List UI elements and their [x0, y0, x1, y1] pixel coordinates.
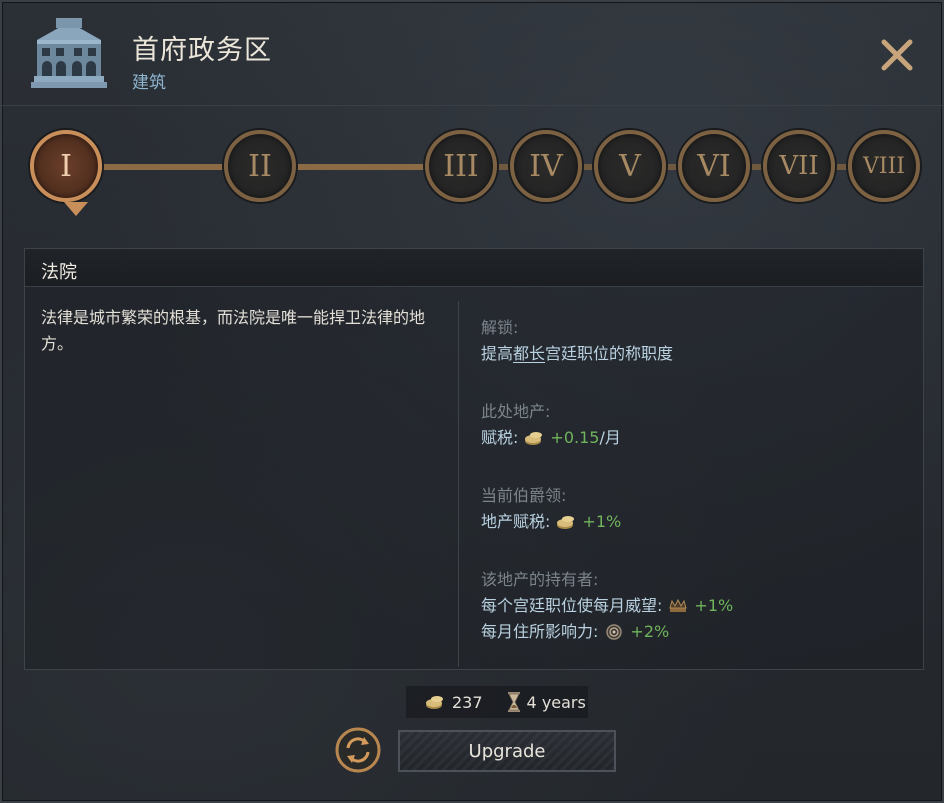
panel-header: 首府政务区 建筑 — [2, 2, 942, 106]
level-node-3[interactable]: III — [425, 130, 497, 202]
effect-value: +1% — [582, 512, 622, 531]
effect-heading: 该地产的持有者: — [481, 570, 599, 589]
effect-unit: /月 — [599, 428, 621, 447]
effect-line: 每个宫廷职位使每月威望: +1% — [481, 593, 911, 619]
court-position-link[interactable]: 都长 — [513, 341, 545, 367]
upgrade-cost: 237 4 years — [406, 686, 588, 718]
upgrade-button[interactable]: Upgrade — [398, 730, 616, 772]
level-description: 法律是城市繁荣的根基，而法院是唯一能捍卫法律的地方。 — [41, 308, 426, 353]
gold-coins-icon — [557, 516, 575, 529]
level-node-label: III — [443, 148, 479, 184]
level-details-header: 法院 — [25, 249, 923, 287]
level-node-7[interactable]: VII — [763, 130, 835, 202]
effect-value: +1% — [694, 596, 734, 615]
effect-line: 每月住所影响力: +2% — [481, 619, 911, 645]
level-node-label: VII — [779, 151, 819, 181]
level-title: 法院 — [41, 262, 77, 283]
effect-value: +2% — [630, 622, 670, 641]
level-node-6[interactable]: VI — [678, 130, 750, 202]
gold-cost: 237 — [452, 692, 483, 712]
effect-label: 每个宫廷职位使每月威望: — [481, 596, 663, 615]
effect-heading: 当前伯爵领: — [481, 486, 567, 505]
level-node-label: IV — [529, 148, 563, 184]
level-node-label: VIII — [863, 153, 905, 179]
effect-heading: 此处地产: — [481, 402, 551, 421]
level-details: 法院 法律是城市繁荣的根基，而法院是唯一能捍卫法律的地方。 解锁: 提高 都长 宫廷… — [24, 248, 924, 670]
influence-icon — [606, 624, 623, 640]
effect-text: 宫廷职位的称职度 — [545, 344, 674, 363]
effect-heading: 解锁: — [481, 318, 519, 337]
level-node-5[interactable]: V — [594, 130, 666, 202]
level-node-label: I — [60, 148, 72, 184]
effect-value: +0.15 — [550, 428, 600, 447]
effect-group-holding: 此处地产: 赋税: +0.15/月 — [481, 399, 911, 451]
hourglass-icon — [507, 692, 520, 712]
refresh-icon[interactable] — [334, 726, 382, 774]
crown-icon — [669, 598, 688, 612]
effect-group-holder: 该地产的持有者: 每个宫廷职位使每月威望: +1% 每月住所影响力: +2% — [481, 567, 911, 645]
page-title: 首府政务区 — [132, 35, 272, 66]
effect-line: 地产赋税: +1% — [481, 509, 911, 535]
building-panel: 首府政务区 建筑 I II III IV V VI VII VIII 法院 法律… — [0, 0, 944, 803]
level-node-1[interactable]: I — [30, 130, 102, 216]
effect-label: 地产赋税: — [481, 512, 551, 531]
close-icon[interactable] — [874, 32, 920, 78]
effect-label: 赋税: — [481, 428, 519, 447]
gold-coins-icon — [525, 432, 543, 445]
track-line-1 — [96, 164, 226, 170]
build-time: 4 years — [526, 692, 586, 712]
column-divider — [458, 301, 459, 667]
level-node-2[interactable]: II — [224, 130, 296, 202]
effect-group-county: 当前伯爵领: 地产赋税: +1% — [481, 483, 911, 535]
level-node-8[interactable]: VIII — [848, 130, 920, 202]
level-track: I II III IV V VI VII VIII — [26, 128, 926, 218]
effects-list: 解锁: 提高 都长 宫廷职位的称职度 此处地产: 赋税: +0.15/月 当前伯… — [481, 315, 911, 677]
effect-line: 提高 都长 宫廷职位的称职度 — [481, 341, 911, 367]
building-icon — [31, 18, 107, 88]
active-level-pin — [64, 202, 88, 216]
level-node-label: V — [619, 148, 641, 184]
level-node-4[interactable]: IV — [510, 130, 582, 202]
level-node-label: VI — [697, 148, 731, 184]
effect-group-unlock: 解锁: 提高 都长 宫廷职位的称职度 — [481, 315, 911, 367]
page-subtitle: 建筑 — [132, 73, 166, 93]
level-node-label: II — [248, 148, 272, 184]
effect-text: 提高 — [481, 344, 514, 363]
track-line-2 — [296, 164, 432, 170]
gold-coins-icon — [426, 696, 443, 709]
effect-line: 赋税: +0.15/月 — [481, 425, 911, 451]
effect-label: 每月住所影响力: — [481, 622, 599, 641]
